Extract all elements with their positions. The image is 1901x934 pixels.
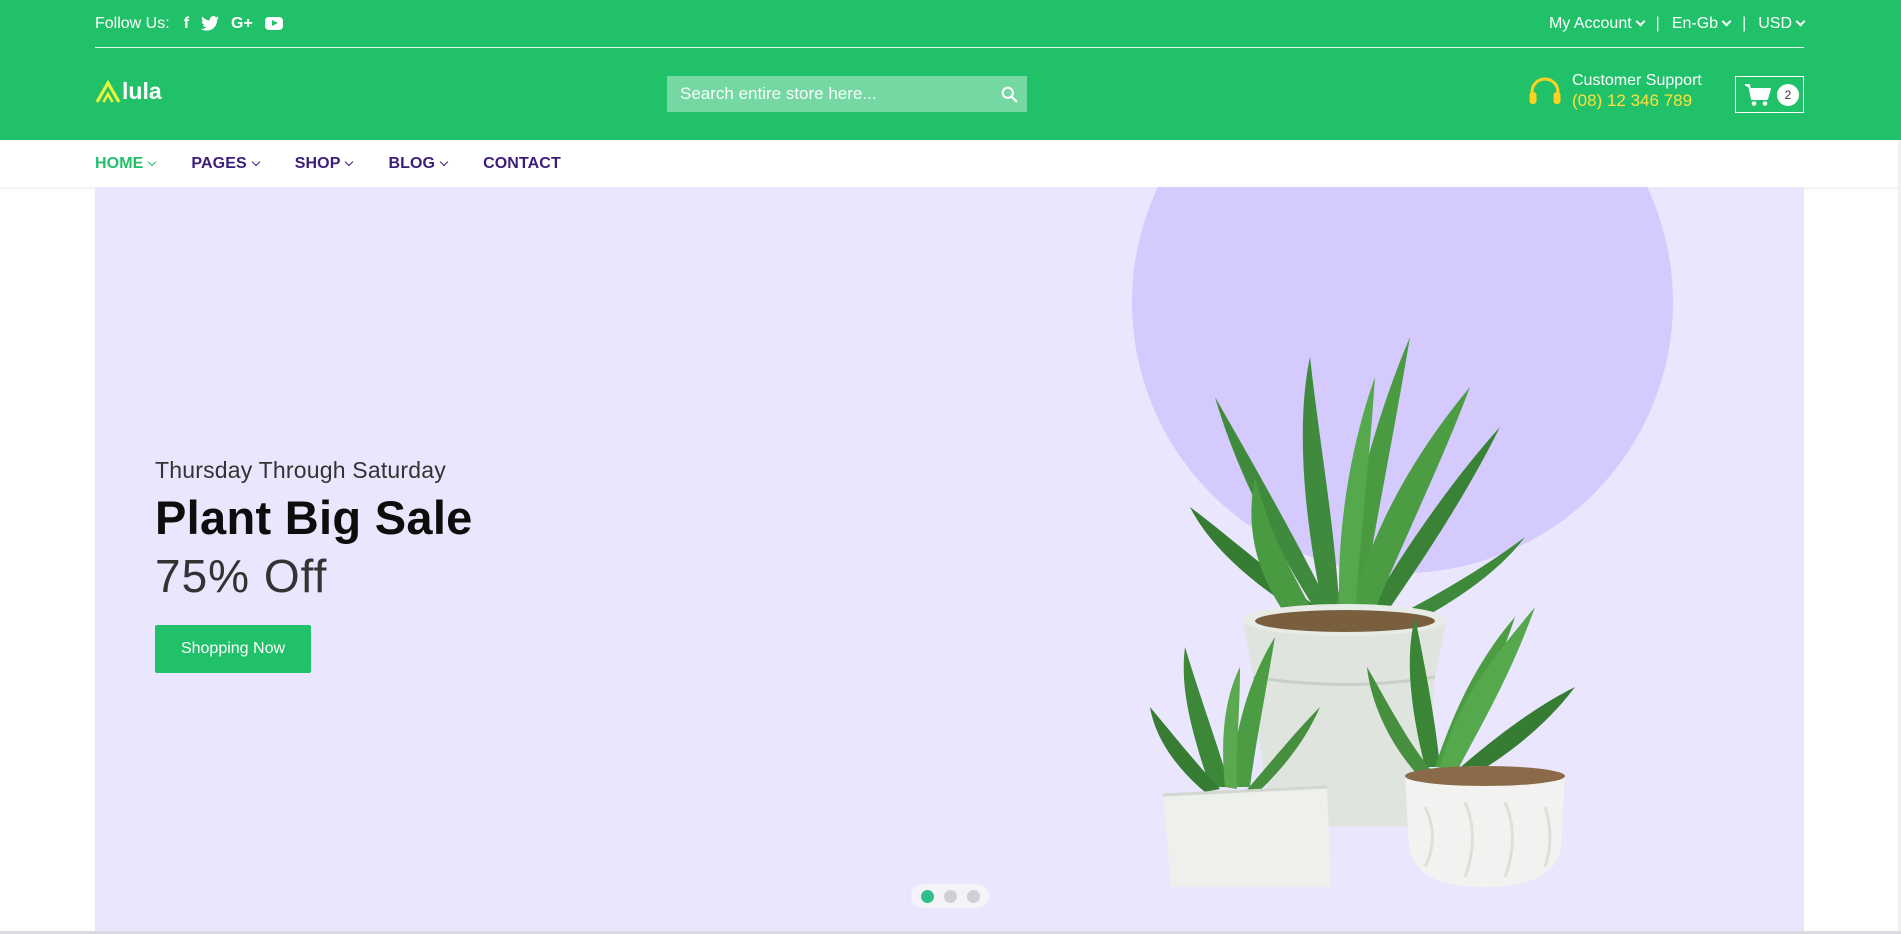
hero-headline: Plant Big Sale (155, 491, 473, 544)
chevron-down-icon (1721, 16, 1732, 27)
my-account-dropdown[interactable]: My Account (1548, 14, 1646, 33)
top-header: Follow Us: f G+ My Account | En-Gb | USD… (0, 0, 1901, 140)
social-links: f G+ (184, 15, 283, 33)
nav-item-label: BLOG (388, 154, 436, 172)
my-account-label: My Account (1548, 14, 1632, 32)
nav-item-pages[interactable]: PAGES (191, 154, 260, 173)
language-label: En-Gb (1671, 14, 1719, 32)
separator: | (1742, 14, 1747, 32)
follow-us-label: Follow Us: (95, 14, 170, 32)
google-plus-icon[interactable]: G+ (231, 15, 253, 33)
chevron-down-icon (439, 157, 449, 166)
currency-dropdown[interactable]: USD (1758, 14, 1806, 33)
support-phone[interactable]: (08) 12 346 789 (1572, 90, 1702, 112)
nav-item-shop[interactable]: SHOP (294, 154, 354, 173)
hero-discount: 75% Off (155, 550, 328, 602)
twitter-icon[interactable] (201, 16, 220, 31)
youtube-icon[interactable] (264, 17, 283, 30)
hero-slider: Thursday Through Saturday Plant Big Sale… (95, 187, 1804, 932)
nav-item-blog[interactable]: BLOG (388, 154, 449, 173)
facebook-icon[interactable]: f (184, 15, 189, 33)
chevron-down-icon (148, 157, 157, 166)
slide-dot-2[interactable] (943, 889, 957, 903)
cart-count-badge: 2 (1777, 83, 1799, 106)
support-label: Customer Support (1572, 72, 1702, 89)
language-dropdown[interactable]: En-Gb (1671, 14, 1732, 33)
chevron-down-icon (345, 157, 354, 166)
slider-pagination (911, 884, 989, 908)
search-icon (1001, 86, 1017, 102)
nav-item-contact[interactable]: CONTACT (483, 155, 561, 173)
logo-mark-icon (95, 79, 121, 103)
search-button[interactable] (991, 76, 1027, 112)
nav-item-label: SHOP (294, 154, 341, 172)
succulent-plants-image (1150, 337, 1575, 887)
utility-menu: My Account | En-Gb | USD (1548, 14, 1806, 33)
separator: | (1655, 14, 1660, 32)
chevron-down-icon (1795, 16, 1806, 27)
slide-dot-1[interactable] (920, 889, 934, 903)
search-bar (667, 76, 1027, 112)
logo-text: lula (122, 78, 162, 104)
cart-button[interactable]: 2 (1735, 76, 1804, 113)
slide-dot-3[interactable] (966, 889, 980, 903)
hero-content: Thursday Through Saturday Plant Big Sale… (155, 457, 473, 673)
site-logo[interactable]: lula (95, 78, 162, 105)
main-navigation: HOME PAGES SHOP BLOG CONTACT (0, 140, 1901, 187)
customer-support: Customer Support (08) 12 346 789 (1528, 72, 1702, 112)
cart-icon (1745, 83, 1771, 106)
top-utility-bar: Follow Us: f G+ My Account | En-Gb | USD (95, 0, 1806, 48)
headset-icon (1529, 77, 1561, 104)
chevron-down-icon (251, 157, 260, 166)
nav-item-label: CONTACT (483, 154, 561, 172)
follow-us: Follow Us: f G+ (95, 15, 283, 33)
nav-item-label: PAGES (191, 154, 247, 172)
nav-item-home[interactable]: HOME (95, 154, 157, 173)
chevron-down-icon (1635, 16, 1646, 27)
search-input[interactable] (667, 76, 991, 112)
currency-label: USD (1758, 14, 1792, 32)
nav-item-label: HOME (95, 154, 144, 172)
shopping-now-button[interactable]: Shopping Now (155, 625, 311, 673)
hero-eyebrow: Thursday Through Saturday (155, 457, 446, 483)
